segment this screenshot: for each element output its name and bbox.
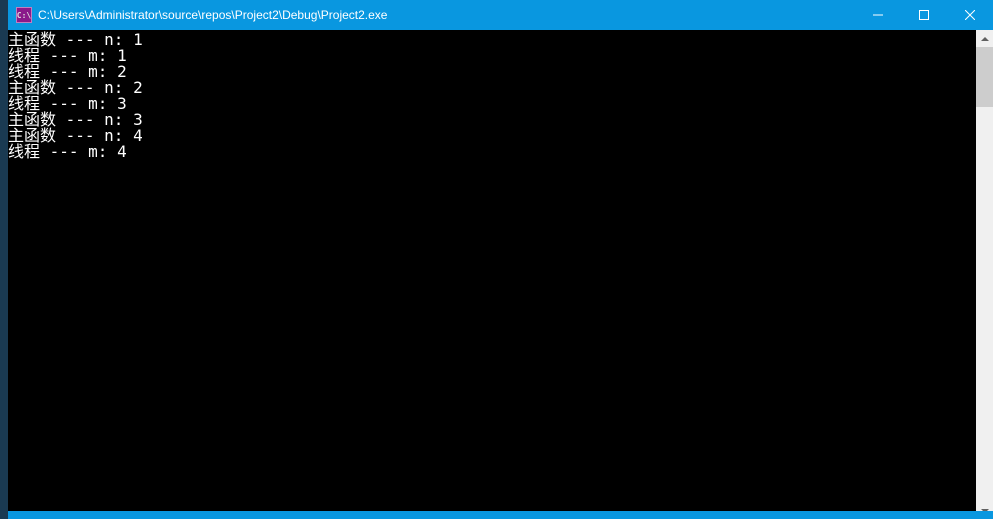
window-controls — [855, 0, 993, 30]
bottom-border — [8, 511, 993, 519]
console-body: 主函数 --- n: 1线程 --- m: 1线程 --- m: 2主函数 --… — [8, 30, 993, 519]
console-line: 主函数 --- n: 1 — [8, 32, 976, 48]
console-line: 线程 --- m: 1 — [8, 48, 976, 64]
close-icon — [965, 10, 975, 20]
maximize-button[interactable] — [901, 0, 947, 30]
scrollbar-up-button[interactable] — [976, 30, 993, 47]
console-line: 线程 --- m: 3 — [8, 96, 976, 112]
console-window: C:\ C:\Users\Administrator\source\repos\… — [8, 0, 993, 519]
console-line: 主函数 --- n: 3 — [8, 112, 976, 128]
close-button[interactable] — [947, 0, 993, 30]
window-title: C:\Users\Administrator\source\repos\Proj… — [38, 8, 855, 22]
app-icon: C:\ — [16, 7, 32, 23]
titlebar[interactable]: C:\ C:\Users\Administrator\source\repos\… — [8, 0, 993, 30]
background-strip — [0, 0, 8, 519]
minimize-icon — [873, 10, 883, 20]
console-line: 主函数 --- n: 2 — [8, 80, 976, 96]
maximize-icon — [919, 10, 929, 20]
console-line: 主函数 --- n: 4 — [8, 128, 976, 144]
minimize-button[interactable] — [855, 0, 901, 30]
console-line: 线程 --- m: 4 — [8, 144, 976, 160]
vertical-scrollbar[interactable] — [976, 30, 993, 519]
scrollbar-thumb[interactable] — [976, 47, 993, 107]
console-line: 线程 --- m: 2 — [8, 64, 976, 80]
console-output[interactable]: 主函数 --- n: 1线程 --- m: 1线程 --- m: 2主函数 --… — [8, 30, 976, 519]
